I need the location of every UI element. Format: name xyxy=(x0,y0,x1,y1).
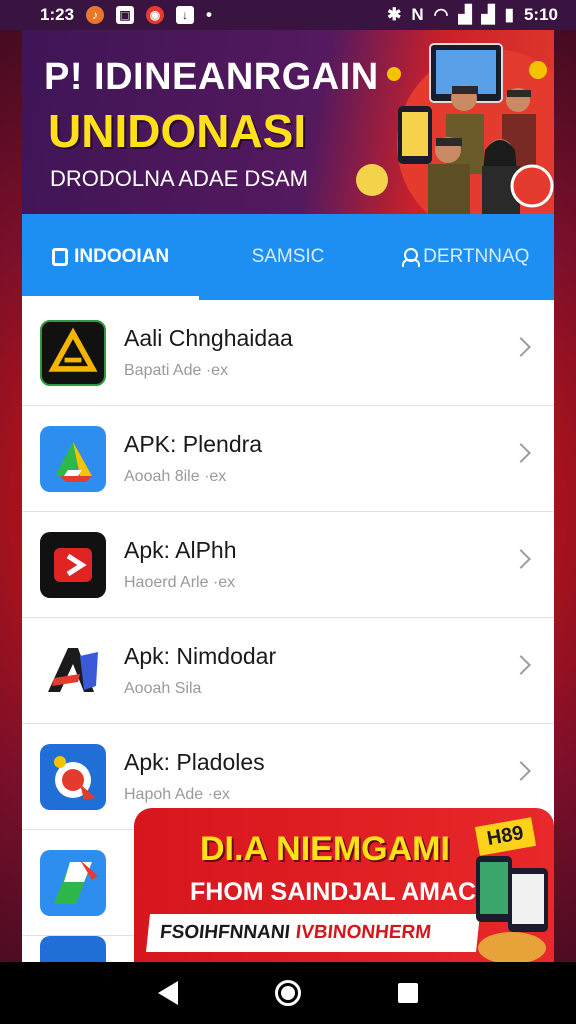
app-title: Apk: AlPhh xyxy=(124,537,237,563)
chevron-right-icon xyxy=(511,655,531,675)
app-screen: P! IDINEANRGAIN UNIDONASI DRODOLNA ADAE … xyxy=(22,30,554,962)
record-notification-icon: ◉ xyxy=(146,6,165,24)
app-title: APK: Plendra xyxy=(124,431,263,457)
photo-notification-icon: ▣ xyxy=(116,6,135,24)
wifi-icon: ◠ xyxy=(433,5,449,24)
status-bar: 1:23 ♪ ▣ ◉ ↓ • ✱ N ◠ ▟ ▟ ▮ 5:10 xyxy=(0,0,576,30)
recents-icon[interactable] xyxy=(397,983,418,1003)
tab-samsic[interactable]: SAMSIC xyxy=(199,214,376,300)
app-title: Apk: Pladoles xyxy=(124,749,265,775)
promo-phones-illustration xyxy=(476,856,548,962)
back-icon[interactable] xyxy=(158,981,179,1005)
promo-tagline-a: FSOIHFNNANI xyxy=(158,922,291,943)
tab-label: INDOOIAN xyxy=(74,246,170,267)
app-subtitle: Haoerd Arle ·ex xyxy=(124,574,236,591)
chevron-right-icon xyxy=(511,443,531,463)
promo-title: DI.A NIEMGAMI xyxy=(200,830,450,868)
flag-icon xyxy=(40,849,106,916)
promo-banner[interactable]: DI.A NIEMGAMI FHOM SAINDJAL AMACA!! FSOI… xyxy=(134,808,554,962)
download-notification-icon: ↓ xyxy=(176,6,195,24)
warning-triangle-icon xyxy=(40,319,106,386)
list-item[interactable]: Aali Chnghaidaa Bapati Ade ·ex xyxy=(22,300,554,406)
app-title: Aali Chnghaidaa xyxy=(124,325,293,351)
tab-dertnnaq[interactable]: DERTNNAQ xyxy=(377,214,554,300)
app-icon xyxy=(40,936,106,962)
app-subtitle: Bapati Ade ·ex xyxy=(124,362,229,379)
status-time: 1:23 xyxy=(40,5,75,24)
bluetooth-icon: ✱ xyxy=(387,5,402,24)
banner-heading: P! IDINEANRGAIN xyxy=(44,56,379,98)
list-item[interactable]: APK: Plendra Aooah 8ile ·ex xyxy=(22,406,554,512)
signal-icon: ▟ xyxy=(481,5,495,24)
bookmark-icon xyxy=(52,248,69,266)
status-clock: 5:10 xyxy=(523,5,558,24)
signal-icon: ▟ xyxy=(458,5,472,24)
app-subtitle: Hapoh Ade ·ex xyxy=(124,786,230,803)
banner-illustration xyxy=(356,43,554,214)
home-icon[interactable] xyxy=(274,980,301,1006)
system-nav-bar xyxy=(0,962,576,1024)
tab-indooian[interactable]: INDOOIAN xyxy=(22,214,200,300)
tab-bar: INDOOIAN SAMSIC DERTNNAQ xyxy=(22,214,554,300)
music-notification-icon: ♪ xyxy=(86,6,105,24)
chevron-right-icon xyxy=(511,337,531,357)
list-item[interactable]: Apk: Nimdodar Aooah Sila xyxy=(22,618,554,724)
promo-subtitle: FHOM SAINDJAL AMACA!! xyxy=(190,878,511,906)
banner-title: UNIDONASI xyxy=(48,105,307,157)
nfc-icon: N xyxy=(411,5,424,24)
tab-label: SAMSIC xyxy=(251,246,325,267)
chevron-right-icon xyxy=(511,549,531,569)
banner-subtitle: DRODOLNA ADAE DSAM xyxy=(50,166,308,191)
app-subtitle: Aooah Sila xyxy=(124,680,202,697)
list-item[interactable]: Apk: AlPhh Haoerd Arle ·ex xyxy=(22,512,554,618)
promo-tagline-b: IVBINONHERM xyxy=(294,922,433,943)
target-icon xyxy=(40,743,106,810)
chevron-right-icon xyxy=(511,761,531,781)
promo-tagline: FSOIHFNNANI IVBINONHERM xyxy=(146,914,480,952)
dot-icon: • xyxy=(206,5,212,24)
tab-label: DERTNNAQ xyxy=(423,246,530,267)
app-title: Apk: Nimdodar xyxy=(124,643,277,669)
app-subtitle: Aooah 8ile ·ex xyxy=(124,468,227,485)
hero-banner[interactable]: P! IDINEANRGAIN UNIDONASI DRODOLNA ADAE … xyxy=(22,30,554,214)
play-arrow-icon xyxy=(40,531,106,598)
letter-a-icon xyxy=(40,637,106,704)
battery-icon: ▮ xyxy=(504,5,514,24)
user-icon xyxy=(401,248,421,267)
drive-triangle-icon xyxy=(40,425,106,492)
